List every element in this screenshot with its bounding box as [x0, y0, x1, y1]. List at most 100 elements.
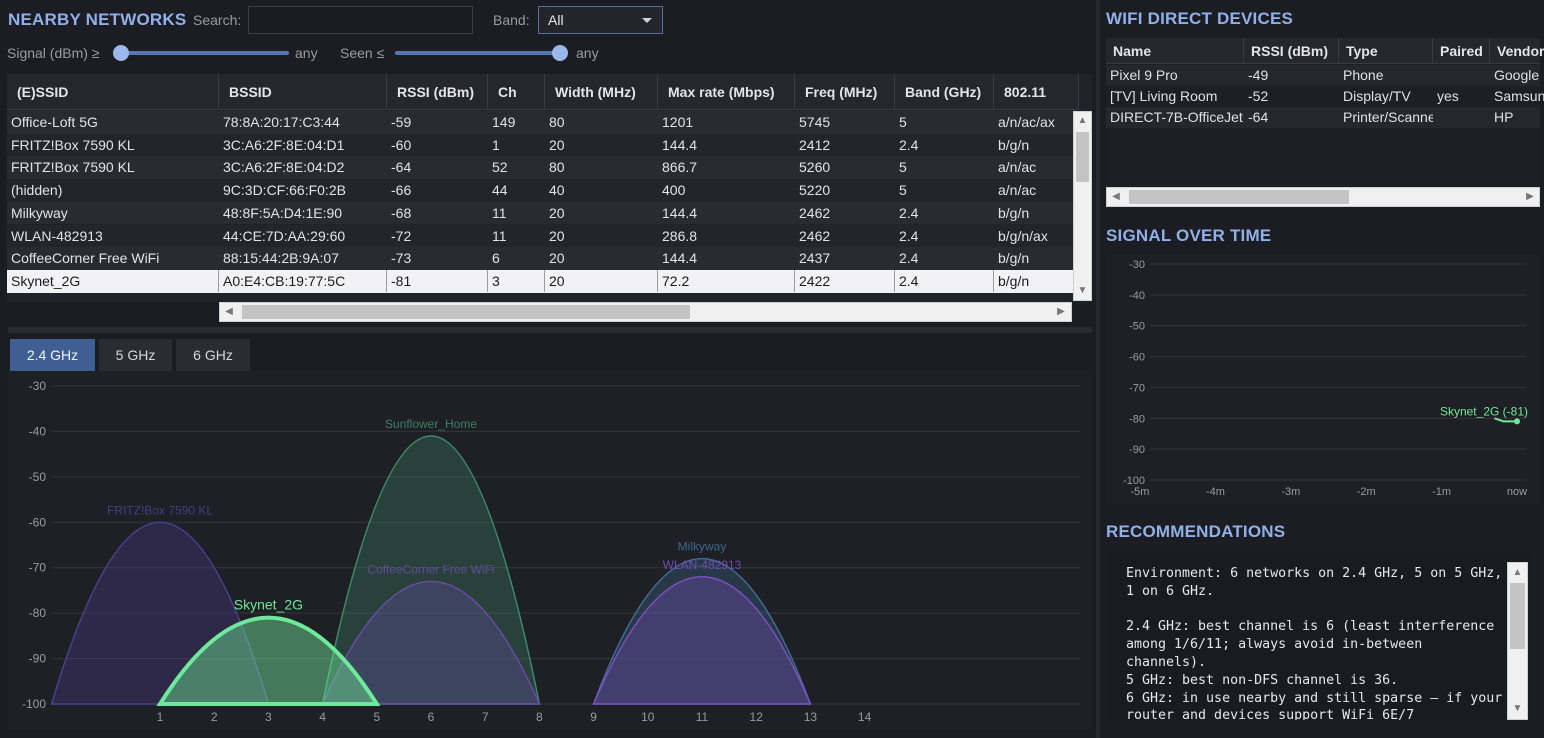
- tab-5-ghz[interactable]: 5 GHz: [99, 339, 172, 371]
- y-tick-label: -90: [1129, 444, 1145, 456]
- panel-splitter[interactable]: [8, 327, 1092, 333]
- wifi-direct-title: WIFI DIRECT DEVICES: [1106, 9, 1294, 28]
- column-header[interactable]: Ch: [488, 74, 545, 110]
- table-row[interactable]: CoffeeCorner Free WiFi 88:15:44:2B:9A:07 -…: [7, 247, 1079, 270]
- table-row[interactable]: Office-Loft 5G 78:8A:20:17:C3:44 -59 149 80 1…: [7, 111, 1079, 134]
- table-cell: [1433, 65, 1490, 86]
- table-cell: a/n/ac: [998, 159, 1037, 176]
- networks-vertical-scroll-thumb[interactable]: [1076, 132, 1089, 182]
- network-curve-label: WLAN-482913: [663, 558, 742, 572]
- table-cell: a/n/ac: [998, 182, 1037, 199]
- wifi-direct-horizontal-scroll-thumb[interactable]: [1129, 190, 1349, 204]
- column-header[interactable]: Vendor: [1490, 38, 1544, 64]
- table-cell: a/n/ac/ax: [998, 114, 1055, 130]
- column-header[interactable]: Width (MHz): [545, 74, 658, 110]
- seen-slider-handle[interactable]: [552, 45, 568, 61]
- signal-slider-handle[interactable]: [113, 45, 129, 61]
- table-row[interactable]: FRITZ!Box 7590 KL 3C:A6:2F:8E:04:D2 -64 52 8…: [7, 156, 1079, 180]
- table-cell: -64: [1248, 109, 1269, 125]
- column-header[interactable]: Freq (MHz): [795, 74, 895, 110]
- column-header[interactable]: 802.11: [994, 74, 1079, 110]
- column-header[interactable]: (E)SSID: [7, 74, 219, 110]
- table-cell: DIRECT-7B-OfficeJet 9: [1110, 109, 1244, 125]
- x-tick-label: 13: [804, 710, 818, 724]
- scroll-up-icon[interactable]: ▲: [1510, 565, 1525, 581]
- y-tick-label: -70: [1129, 382, 1145, 394]
- networks-horizontal-scrollbar[interactable]: ◀ ▶: [219, 302, 1072, 322]
- network-curve-label: Skynet_2G: [234, 597, 303, 613]
- column-header[interactable]: Name: [1106, 38, 1244, 64]
- column-header[interactable]: Max rate (Mbps): [658, 74, 795, 110]
- table-cell: Milkyway: [11, 204, 68, 221]
- table-row[interactable]: FRITZ!Box 7590 KL 3C:A6:2F:8E:04:D1 -60 1 20…: [7, 133, 1079, 157]
- signal-slider[interactable]: [113, 44, 291, 62]
- search-input[interactable]: [248, 6, 473, 34]
- column-header[interactable]: BSSID: [219, 74, 387, 110]
- vertical-splitter[interactable]: [1096, 0, 1100, 738]
- table-cell: 5: [899, 114, 907, 130]
- y-tick-label: -70: [29, 561, 47, 575]
- x-tick-label: -3m: [1281, 486, 1300, 498]
- tab-2-4-ghz[interactable]: 2.4 GHz: [10, 339, 95, 371]
- table-cell: 20: [549, 227, 565, 244]
- table-row[interactable]: (hidden) 9C:3D:CF:66:F0:2B -66 44 40 400 5220 5…: [7, 179, 1079, 202]
- networks-vertical-scrollbar[interactable]: ▲ ▼: [1073, 111, 1092, 301]
- seen-filter-value: any: [576, 45, 599, 61]
- table-row[interactable]: Pixel 9 Pro -49 Phone Google: [1106, 65, 1540, 86]
- x-tick-label: 4: [319, 710, 326, 724]
- table-cell: 40: [549, 182, 565, 199]
- scroll-left-icon[interactable]: ◀: [222, 304, 236, 320]
- scroll-up-icon[interactable]: ▲: [1075, 113, 1090, 129]
- table-cell: [TV] Living Room: [1110, 88, 1218, 104]
- column-header[interactable]: Paired: [1433, 38, 1490, 64]
- x-tick-label: now: [1507, 486, 1527, 498]
- table-row[interactable]: Skynet_2G A0:E4:CB:19:77:5C -81 3 20 72.2 2422…: [7, 269, 1079, 293]
- seen-slider[interactable]: [393, 44, 571, 62]
- x-tick-label: 8: [536, 710, 543, 724]
- scroll-right-icon[interactable]: ▶: [1054, 304, 1068, 320]
- y-tick-label: -50: [29, 470, 47, 484]
- table-cell: WLAN-482913: [11, 227, 103, 244]
- tab-6-ghz[interactable]: 6 GHz: [176, 339, 250, 371]
- table-cell: 52: [492, 159, 508, 176]
- table-cell: 5260: [799, 159, 831, 176]
- table-cell: FRITZ!Box 7590 KL: [11, 159, 135, 176]
- seen-slider-track: [395, 51, 561, 55]
- table-cell: 5745: [799, 114, 831, 130]
- table-row[interactable]: DIRECT-7B-OfficeJet 9 -64 Printer/Scanner H…: [1106, 107, 1540, 128]
- table-cell: 2.4: [899, 136, 919, 153]
- chevron-down-icon: [642, 18, 652, 23]
- networks-horizontal-scroll-thumb[interactable]: [242, 305, 690, 319]
- recommendations-scrollbar[interactable]: ▲ ▼: [1507, 562, 1528, 720]
- band-select[interactable]: All: [538, 6, 663, 34]
- table-cell: 5220: [799, 182, 831, 199]
- table-cell: 11: [492, 204, 507, 221]
- table-row[interactable]: WLAN-482913 44:CE:7D:AA:29:60 -72 11 20 286.8…: [7, 224, 1079, 248]
- scroll-right-icon[interactable]: ▶: [1523, 189, 1537, 205]
- signal-slider-track: [117, 51, 289, 55]
- wifi-direct-table-header: Name RSSI (dBm) Type Paired Vendor: [1106, 38, 1544, 64]
- column-header[interactable]: RSSI (dBm): [387, 74, 488, 110]
- scroll-down-icon[interactable]: ▼: [1075, 283, 1090, 299]
- table-row[interactable]: [TV] Living Room -52 Display/TV yes Samsung: [1106, 86, 1544, 107]
- table-cell: Office-Loft 5G: [11, 114, 98, 130]
- table-cell: Pixel 9 Pro: [1110, 67, 1178, 83]
- scroll-down-icon[interactable]: ▼: [1510, 701, 1525, 717]
- column-header[interactable]: Band (GHz): [895, 74, 994, 110]
- table-cell: 2437: [799, 250, 831, 267]
- recommendations-scroll-thumb[interactable]: [1510, 583, 1525, 649]
- column-header[interactable]: RSSI (dBm): [1244, 38, 1339, 64]
- table-row[interactable]: Milkyway 48:8F:5A:D4:1E:90 -68 11 20 144.4 246…: [7, 201, 1079, 225]
- wifi-direct-horizontal-scrollbar[interactable]: ◀ ▶: [1106, 187, 1540, 207]
- table-cell: 1: [492, 136, 500, 153]
- table-cell: 78:8A:20:17:C3:44: [223, 114, 340, 130]
- scroll-left-icon[interactable]: ◀: [1109, 189, 1123, 205]
- table-cell: Google: [1494, 67, 1540, 83]
- y-tick-label: -80: [29, 606, 47, 620]
- table-cell: 44:CE:7D:AA:29:60: [223, 227, 346, 244]
- band-select-value: All: [548, 12, 564, 28]
- column-header[interactable]: Type: [1339, 38, 1433, 64]
- table-cell: Skynet_2G: [7, 269, 219, 292]
- table-cell: 2.4: [899, 227, 919, 244]
- network-curve[interactable]: [592, 576, 812, 705]
